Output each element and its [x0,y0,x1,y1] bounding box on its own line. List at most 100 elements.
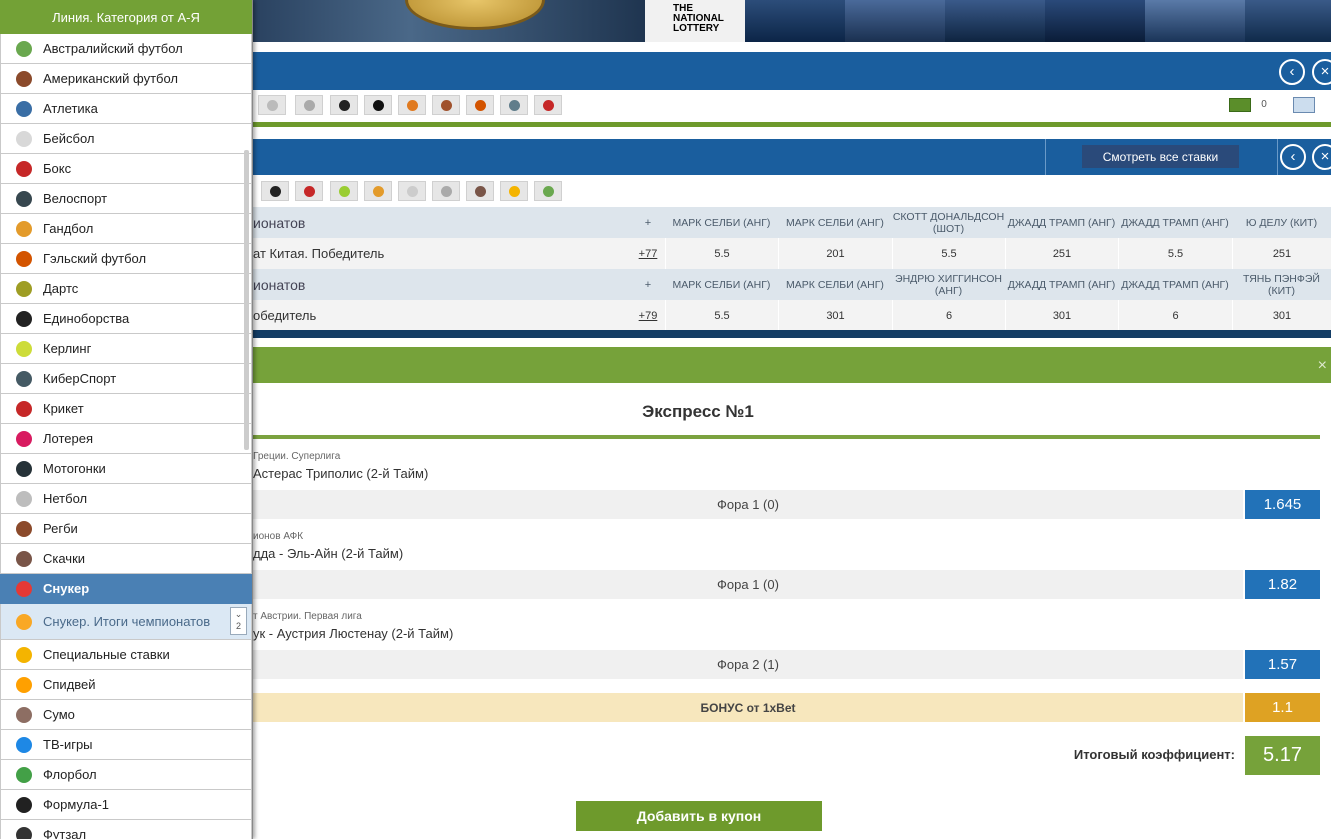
sidebar-item-label: Атлетика [43,101,98,116]
close-icon[interactable]: × [1312,144,1331,170]
sport-filter-icon[interactable] [295,95,323,115]
sport-icon-row [253,178,1331,204]
expand-badge[interactable]: ⌄ 2 [230,607,247,635]
sidebar-item[interactable]: Сумо [0,700,252,730]
odd-cell[interactable]: 5.5 [892,238,1005,269]
sidebar-item[interactable]: Формула-1 [0,790,252,820]
column-header: ДЖАДД ТРАМП (АНГ) [1007,216,1116,229]
odd-value[interactable]: 1.57 [1245,650,1320,679]
banner-photo [1045,0,1145,42]
sidebar-item-label: Гандбол [43,221,94,236]
odd-cell[interactable]: 6 [892,300,1005,331]
sport-icon-row: 0 [253,92,1331,118]
sidebar-item[interactable]: Нетбол [0,484,252,514]
column-header: ДЖАДД ТРАМП (АНГ) [1121,216,1229,229]
sidebar-item-label: Снукер. Итоги чемпионатов [43,614,211,629]
odd-cell[interactable]: 251 [1232,238,1331,269]
moto-helmet-icon [13,459,35,479]
close-icon[interactable]: × [1312,59,1331,85]
sidebar-item[interactable]: ТВ-игры [0,730,252,760]
sidebar-item[interactable]: Бокс [0,154,252,184]
sidebar-item[interactable]: Дартс [0,274,252,304]
sport-filter-icon[interactable] [398,181,426,201]
sport-filter-icon[interactable] [432,95,460,115]
sport-filter-icon[interactable] [364,95,392,115]
floorball-icon [13,765,35,785]
sport-filter-icon[interactable] [330,181,358,201]
sidebar-item[interactable]: Велоспорт [0,184,252,214]
sidebar-item[interactable]: Крикет [0,394,252,424]
table-header-row: ионатов + МАРК СЕЛБИ (АНГ) МАРК СЕЛБИ (АНГ)… [253,269,1331,300]
sidebar-scrollbar[interactable] [244,150,249,450]
odd-cell[interactable]: 301 [778,300,892,331]
event-league: т Австрии. Первая лига [253,611,362,622]
sidebar-item[interactable]: КиберСпорт [0,364,252,394]
sidebar-item[interactable]: Керлинг [0,334,252,364]
section2-header: Смотреть все ставки ‹ × [253,139,1331,175]
prev-arrow-icon[interactable]: ‹ [1279,59,1305,85]
more-bets-link[interactable]: +77 [633,238,663,269]
sport-filter-icon[interactable] [466,95,494,115]
sport-filter-icon[interactable] [261,181,289,201]
sidebar-item[interactable]: Специальные ставки [0,640,252,670]
more-bets-link[interactable]: +79 [633,300,663,331]
odd-cell[interactable]: 5.5 [665,300,778,331]
column-header: Ю ДЕЛУ (КИТ) [1245,216,1318,229]
sidebar-item[interactable]: Единоборства [0,304,252,334]
sport-filter-icon[interactable] [534,181,562,201]
view-all-bets-button[interactable]: Смотреть все ставки [1082,145,1239,168]
sidebar-item[interactable]: Гэльский футбол [0,244,252,274]
sport-filter-icon[interactable] [330,95,358,115]
sidebar-item[interactable]: Австралийский футбол [0,34,252,64]
sport-filter-icon[interactable] [295,181,323,201]
gaelic-football-icon [13,249,35,269]
odd-cell[interactable]: 5.5 [1118,238,1232,269]
sidebar-item[interactable]: Снукер [0,574,252,604]
sidebar-item[interactable]: Бейсбол [0,124,252,154]
row-title: ионатов [253,214,306,231]
sidebar-item[interactable]: Регби [0,514,252,544]
bonus-row: БОНУС от 1xBet [253,693,1243,722]
close-icon[interactable]: × [1318,357,1327,375]
column-header: ТЯНЬ ПЭНФЭЙ (КИТ) [1243,272,1320,297]
total-odds-value: 5.17 [1245,736,1320,775]
sport-filter-icon[interactable] [466,181,494,201]
more-bets-link[interactable]: + [633,207,663,238]
subitem-count: 2 [235,621,241,631]
sport-filter-icon[interactable] [500,181,528,201]
prev-arrow-icon[interactable]: ‹ [1280,144,1306,170]
star-badge-icon [13,645,35,665]
express-divider [253,435,1320,439]
sidebar-item[interactable]: Лотерея [0,424,252,454]
sidebar-item[interactable]: Флорбол [0,760,252,790]
odd-cell[interactable]: 301 [1232,300,1331,331]
odd-cell[interactable]: 251 [1005,238,1118,269]
odd-value[interactable]: 1.645 [1245,490,1320,519]
sport-filter-icon[interactable] [258,95,286,115]
sidebar-item[interactable]: Американский футбол [0,64,252,94]
sidebar-item[interactable]: Скачки [0,544,252,574]
odd-cell[interactable]: 5.5 [665,238,778,269]
odd-value[interactable]: 1.82 [1245,570,1320,599]
sidebar-item[interactable]: Атлетика [0,94,252,124]
sidebar-item-label: Единоборства [43,311,130,326]
sidebar-item[interactable]: Снукер. Итоги чемпионатов ⌄ 2 [0,604,252,640]
odd-cell[interactable]: 201 [778,238,892,269]
sidebar-header: Линия. Категория от А-Я [0,0,252,34]
more-bets-link[interactable]: + [633,269,663,300]
sidebar-item[interactable]: Футзал [0,820,252,839]
add-to-coupon-button[interactable]: Добавить в купон [576,801,822,831]
sport-filter-icon[interactable] [364,181,392,201]
odd-cell[interactable]: 6 [1118,300,1232,331]
sport-filter-icon[interactable] [500,95,528,115]
table-row: обедитель +79 5.5 301 6 301 6 301 [253,300,1331,331]
sport-filter-icon[interactable] [534,95,562,115]
odd-cell[interactable]: 301 [1005,300,1118,331]
field-icon[interactable] [1229,98,1251,112]
sidebar-item[interactable]: Спидвей [0,670,252,700]
sidebar-item[interactable]: Мотогонки [0,454,252,484]
sport-filter-icon[interactable] [432,181,460,201]
sidebar-item[interactable]: Гандбол [0,214,252,244]
sport-filter-icon[interactable] [398,95,426,115]
monitor-icon[interactable] [1293,97,1315,113]
